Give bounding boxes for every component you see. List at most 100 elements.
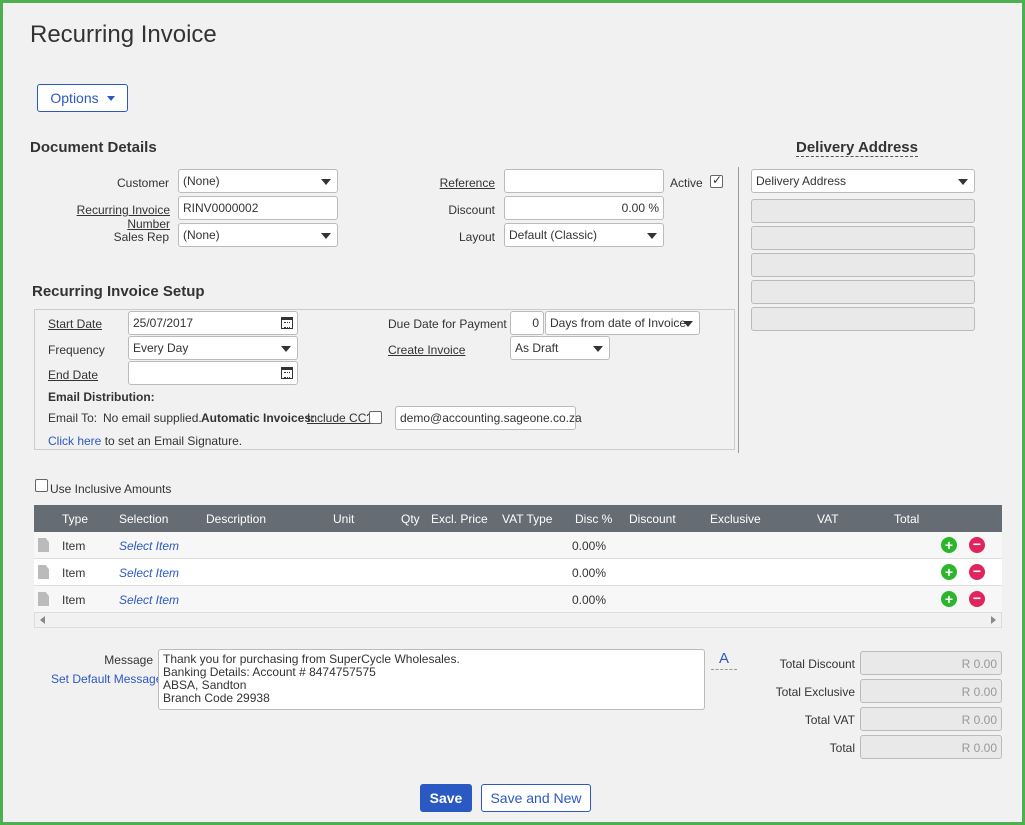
column-disc-percent: Disc %: [575, 512, 613, 526]
scroll-right-icon[interactable]: [991, 616, 996, 624]
save-button[interactable]: Save: [420, 784, 472, 812]
start-date-label: Start Date: [48, 317, 103, 331]
table-row: Item Select Item 0.00% + −: [34, 532, 1002, 559]
total-exclusive-value: R 0.00: [860, 679, 1002, 703]
total-value: R 0.00: [860, 735, 1002, 759]
start-date-value: 25/07/2017: [133, 316, 194, 330]
customer-value: (None): [183, 174, 220, 188]
table-row: Item Select Item 0.00% + −: [34, 559, 1002, 586]
frequency-select[interactable]: Every Day: [128, 336, 298, 360]
scroll-left-icon[interactable]: [40, 616, 45, 624]
end-date-input[interactable]: [128, 361, 298, 385]
options-button-label: Options: [50, 90, 99, 106]
email-to-value: No email supplied.: [103, 411, 202, 425]
document-details-title: Document Details: [30, 139, 157, 156]
layout-value: Default (Classic): [509, 228, 598, 242]
remove-row-icon[interactable]: −: [969, 591, 985, 607]
due-date-option-select[interactable]: Days from date of Invoice: [545, 311, 700, 335]
email-signature-line: Click here to set an Email Signature.: [48, 434, 242, 448]
setup-title: Recurring Invoice Setup: [32, 283, 205, 300]
column-vat-type: VAT Type: [502, 512, 553, 526]
total-discount-value: R 0.00: [860, 651, 1002, 675]
delivery-address-line-5[interactable]: [751, 307, 975, 331]
calendar-icon[interactable]: [281, 317, 293, 329]
column-vat: VAT: [817, 512, 839, 526]
discount-value: 0.00 %: [621, 201, 659, 215]
sales-rep-value: (None): [183, 228, 220, 242]
invoice-number-input[interactable]: RINV0000002: [178, 196, 338, 220]
active-checkbox[interactable]: [710, 173, 723, 188]
delivery-address-line-1[interactable]: [751, 199, 975, 223]
column-total: Total: [894, 512, 920, 526]
document-icon: [38, 565, 49, 579]
set-default-message-link[interactable]: Set Default Message: [51, 672, 162, 686]
select-item-link[interactable]: Select Item: [119, 566, 179, 580]
due-date-option-value: Days from date of Invoice: [550, 316, 687, 330]
page-frame: Recurring Invoice Options Document Detai…: [0, 0, 1025, 825]
add-row-icon[interactable]: +: [941, 564, 957, 580]
document-icon: [38, 538, 49, 552]
column-type: Type: [62, 512, 89, 526]
sales-rep-label: Sales Rep: [113, 230, 169, 244]
calendar-icon[interactable]: [281, 367, 293, 379]
inclusive-amounts-checkbox[interactable]: [35, 479, 48, 492]
save-and-new-button[interactable]: Save and New: [481, 784, 591, 812]
email-to-label: Email To:: [48, 411, 98, 425]
active-label: Active: [670, 176, 703, 190]
due-days-input[interactable]: 0: [510, 311, 544, 335]
email-signature-text: to set an Email Signature.: [104, 434, 243, 448]
delivery-address-value: Delivery Address: [756, 174, 847, 188]
remove-row-icon[interactable]: −: [969, 537, 985, 553]
invoice-number-value: RINV0000002: [183, 201, 259, 215]
add-row-icon[interactable]: +: [941, 591, 957, 607]
table-horizontal-scrollbar[interactable]: [34, 612, 1002, 628]
row-type: Item: [62, 539, 86, 553]
page-title: Recurring Invoice: [30, 21, 217, 48]
frequency-value: Every Day: [133, 341, 189, 355]
discount-input[interactable]: 0.00 %: [504, 196, 664, 220]
cc-email-input[interactable]: demo@accounting.sageone.co.za: [395, 406, 582, 430]
add-row-icon[interactable]: +: [941, 537, 957, 553]
include-cc-checkbox[interactable]: [369, 411, 382, 424]
total-vat-label: Total VAT: [804, 713, 855, 727]
chevron-down-icon: [683, 321, 693, 327]
customer-select[interactable]: (None): [178, 169, 338, 193]
click-here-link[interactable]: Click here: [48, 434, 101, 448]
table-row: Item Select Item 0.00% + −: [34, 586, 1002, 613]
customer-label: Customer: [116, 176, 169, 190]
column-discount: Discount: [629, 512, 676, 526]
remove-row-icon[interactable]: −: [969, 564, 985, 580]
delivery-address-title: Delivery Address: [748, 139, 966, 157]
chevron-down-icon: [281, 346, 291, 352]
total-vat-value: R 0.00: [860, 707, 1002, 731]
reference-input[interactable]: [504, 169, 664, 193]
due-days-value: 0: [532, 316, 539, 330]
chevron-down-icon: [321, 179, 331, 185]
delivery-address-line-2[interactable]: [751, 226, 975, 250]
create-invoice-select[interactable]: As Draft: [510, 336, 610, 360]
start-date-input[interactable]: 25/07/2017: [128, 311, 298, 335]
automatic-invoices-label: Automatic Invoices:: [201, 411, 316, 425]
layout-label: Layout: [458, 230, 495, 244]
column-exclusive: Exclusive: [710, 512, 761, 526]
column-qty: Qty: [401, 512, 420, 526]
cc-email-value: demo@accounting.sageone.co.za: [400, 411, 582, 425]
inclusive-amounts-label: Use Inclusive Amounts: [50, 482, 172, 496]
delivery-address-line-3[interactable]: [751, 253, 975, 277]
select-item-link[interactable]: Select Item: [119, 539, 179, 553]
invoice-number-label: Recurring Invoice Number: [76, 203, 170, 231]
chevron-down-icon: [958, 179, 968, 185]
delivery-address-line-4[interactable]: [751, 280, 975, 304]
discount-label: Discount: [448, 203, 495, 217]
delivery-address-title-text: Delivery Address: [795, 139, 918, 157]
message-textarea[interactable]: Thank you for purchasing from SuperCycle…: [158, 649, 705, 710]
document-icon: [38, 592, 49, 606]
sales-rep-select[interactable]: (None): [178, 223, 338, 247]
delivery-address-select[interactable]: Delivery Address: [751, 169, 975, 193]
options-button[interactable]: Options: [37, 84, 128, 112]
caret-down-icon: [106, 95, 115, 101]
select-item-link[interactable]: Select Item: [119, 593, 179, 607]
layout-select[interactable]: Default (Classic): [504, 223, 664, 247]
format-text-button[interactable]: A: [711, 650, 737, 670]
reference-label: Reference: [439, 176, 495, 190]
